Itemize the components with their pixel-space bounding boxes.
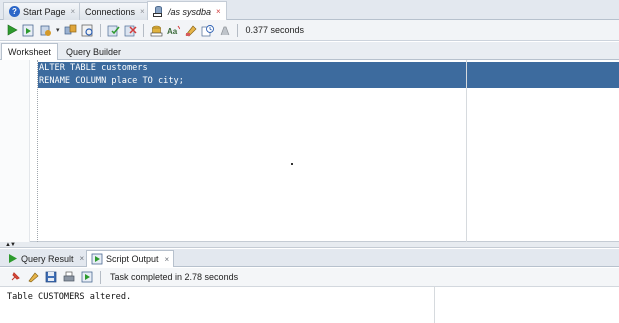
run-statement-icon[interactable] [5,24,18,37]
editor-mode-tabs: Worksheet Query Builder [0,42,619,60]
tab-start-page[interactable]: ? Start Page × [3,2,82,20]
print-icon[interactable] [62,271,75,284]
to-upper-lower-case-icon[interactable]: Aa [167,24,180,37]
sql-editor[interactable]: ALTER TABLE customers RENAME COLUMN plac… [0,60,619,242]
help-icon: ? [9,6,20,17]
script-output-icon [91,253,103,265]
toolbar-separator [99,23,101,37]
script-output-panel[interactable]: Table CUSTOMERS altered. [0,287,619,323]
close-icon[interactable]: × [140,7,145,16]
open-output-icon[interactable] [80,271,93,284]
tab-sysdba-worksheet[interactable]: /as sysdba × [147,1,227,21]
database-connection-icon [153,6,165,17]
commit-icon[interactable] [107,24,120,37]
line-gutter [0,60,30,242]
toolbar-separator [100,270,101,284]
tab-query-result[interactable]: Query Result × [4,250,88,267]
toolbar-separator [142,23,144,37]
tab-query-result-label: Query Result [21,253,74,264]
autotrace-icon[interactable] [39,24,52,37]
tab-connections-label: Connections [85,6,136,17]
unshared-worksheet-icon[interactable] [150,24,163,37]
sql-history-icon[interactable] [201,24,214,37]
svg-text:Aa: Aa [167,27,178,36]
output-message: Table CUSTOMERS altered. [7,292,132,302]
results-tab-strip: Query Result × Script Output × [0,249,619,267]
close-icon[interactable]: × [165,255,170,264]
code-line[interactable]: ALTER TABLE customers [39,62,148,75]
elapsed-time: 0.377 seconds [245,25,305,35]
run-icon [9,254,17,263]
code-line[interactable]: RENAME COLUMN place TO city; [39,75,184,88]
toolbar-separator [236,23,238,37]
close-icon[interactable]: × [216,7,221,16]
tab-connections[interactable]: Connections × [79,2,151,20]
cancel-task-icon[interactable] [218,24,231,37]
explain-plan-icon[interactable] [64,24,77,37]
splitter-arrows-icon[interactable]: ▲▼ [5,242,16,248]
mouse-cursor [291,163,293,165]
run-script-icon[interactable] [22,24,35,37]
pin-icon[interactable] [8,271,21,284]
tab-worksheet[interactable]: Worksheet [1,43,58,60]
right-margin-guide [466,60,467,242]
save-icon[interactable] [44,271,57,284]
panel-splitter[interactable]: ▲▼ [0,242,619,248]
close-icon[interactable]: × [80,254,85,263]
document-tab-strip: ? Start Page × Connections × /as sysdba … [0,0,619,21]
tab-script-output[interactable]: Script Output × [86,250,175,267]
rollback-icon[interactable] [124,24,137,37]
clear-output-icon[interactable] [26,271,39,284]
chevron-down-icon[interactable]: ▾ [56,26,60,34]
task-status: Task completed in 2.78 seconds [110,272,239,282]
tab-sysdba-label: /as sysdba [168,6,212,17]
tab-script-output-label: Script Output [106,254,159,264]
output-toolbar: Task completed in 2.78 seconds [0,268,619,287]
output-margin-guide [434,287,435,323]
tab-query-builder[interactable]: Query Builder [60,43,127,60]
worksheet-toolbar: ▾ Aa 0.377 seconds [0,20,619,41]
clear-editor-icon[interactable] [184,24,197,37]
tab-start-page-label: Start Page [23,6,66,17]
close-icon[interactable]: × [71,7,76,16]
sql-tuning-advisor-icon[interactable] [81,24,94,37]
